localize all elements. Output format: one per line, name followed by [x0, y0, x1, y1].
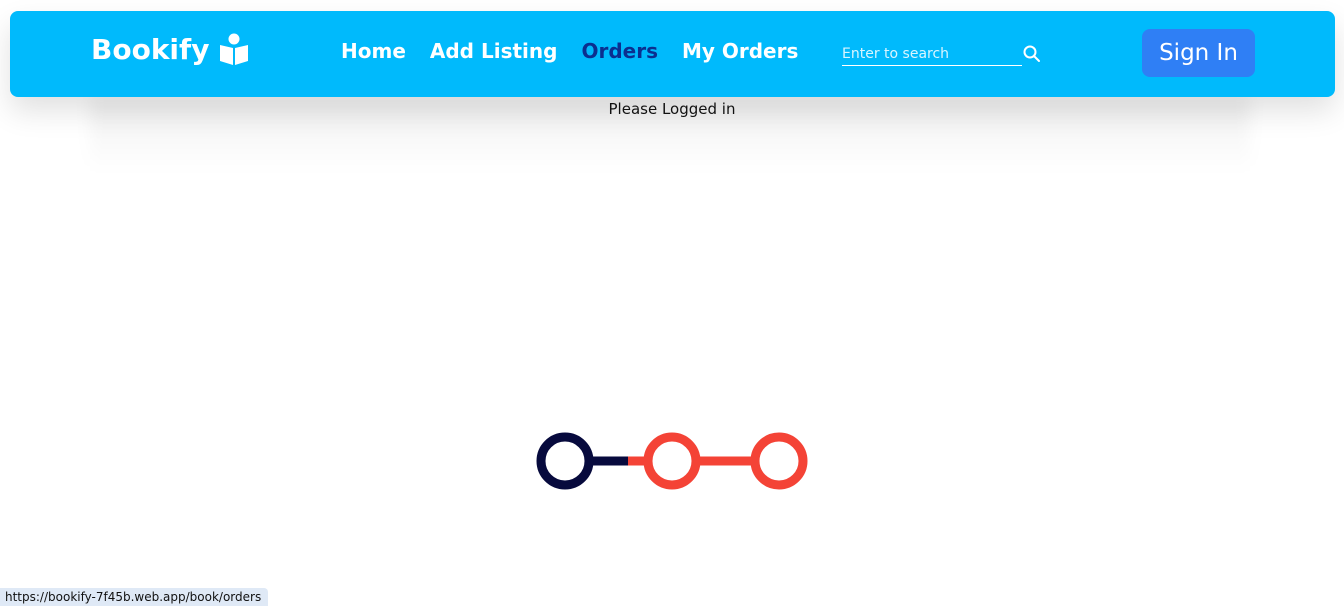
- status-url-bar: https://bookify-7f45b.web.app/book/order…: [0, 588, 269, 606]
- search-box: [842, 43, 1042, 69]
- top-navbar: Bookify Home Add Listing Orders My Order…: [10, 11, 1335, 97]
- main-nav: Home Add Listing Orders My Orders: [341, 39, 798, 63]
- search-icon[interactable]: [1022, 44, 1042, 64]
- book-reader-icon: [220, 33, 249, 65]
- search-input[interactable]: [842, 43, 1022, 66]
- brand-logo[interactable]: Bookify: [91, 29, 250, 69]
- page: Bookify Home Add Listing Orders My Order…: [0, 0, 1344, 606]
- login-message: Please Logged in: [608, 100, 736, 118]
- sign-in-button[interactable]: Sign In: [1142, 29, 1255, 77]
- nav-my-orders-link[interactable]: My Orders: [682, 39, 798, 63]
- nav-home-link[interactable]: Home: [341, 39, 406, 63]
- nav-orders-link[interactable]: Orders: [581, 39, 658, 63]
- nav-add-listing-link[interactable]: Add Listing: [430, 39, 558, 63]
- loading-dots-icon: [536, 432, 808, 490]
- brand-name: Bookify: [91, 32, 210, 66]
